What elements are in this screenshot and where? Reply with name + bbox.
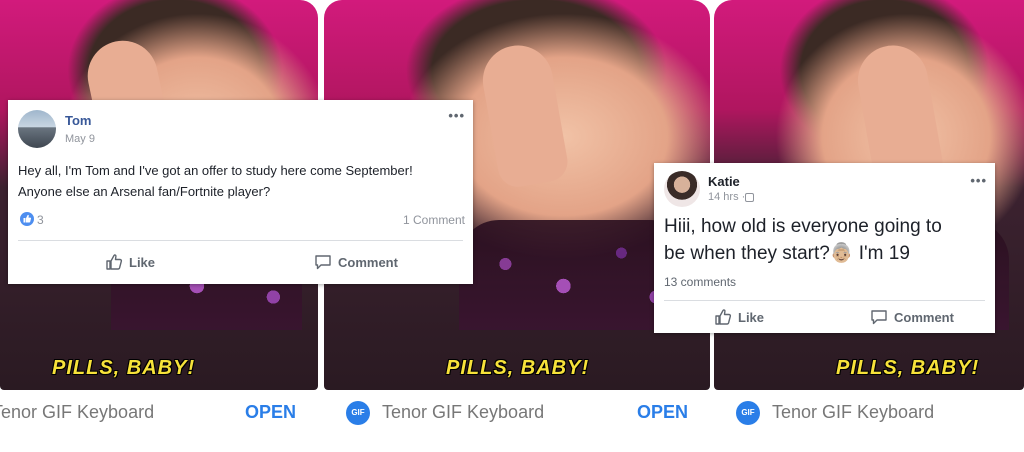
reaction-count[interactable]: 3	[37, 213, 44, 227]
more-options-icon[interactable]: •••	[448, 108, 465, 123]
gif-hand	[477, 39, 571, 191]
gif-caption: PILLS, BABY!	[836, 357, 980, 379]
like-label: Like	[738, 309, 765, 325]
open-button[interactable]: OPEN	[245, 402, 296, 423]
facebook-post-tom: Tom May 9 ••• Hey all, I'm Tom and I've …	[8, 100, 473, 284]
divider	[664, 300, 985, 301]
like-button[interactable]: Like	[714, 308, 764, 326]
more-options-icon[interactable]: •••	[970, 173, 987, 188]
post-date[interactable]: May 9	[65, 133, 95, 145]
like-label: Like	[129, 254, 156, 270]
globe-icon	[745, 192, 755, 202]
comment-button[interactable]: Comment	[870, 308, 954, 326]
gif-footer: Tenor GIF Keyboard OPEN	[0, 392, 318, 438]
comment-icon	[870, 308, 888, 326]
post-text-line: Anyone else an Arsenal fan/Fortnite play…	[18, 184, 271, 199]
app-name: Tenor GIF Keyboard	[772, 402, 935, 422]
gif-caption: PILLS, BABY!	[52, 357, 196, 379]
comment-label: Comment	[338, 254, 398, 270]
post-author[interactable]: Tom	[65, 113, 91, 128]
like-button[interactable]: Like	[105, 253, 155, 271]
post-text: Hiii, how old is everyone going to be wh…	[664, 213, 989, 267]
comment-label: Comment	[894, 309, 954, 325]
thumbs-up-icon	[714, 308, 732, 326]
post-meta: 14 hrs ·	[708, 191, 755, 203]
open-button[interactable]: OPEN	[637, 402, 688, 423]
thumbs-up-icon	[105, 253, 123, 271]
comment-button[interactable]: Comment	[314, 253, 398, 271]
avatar[interactable]	[664, 171, 700, 207]
post-text: Hey all, I'm Tom and I've got an offer t…	[18, 160, 463, 202]
like-reaction-icon[interactable]	[20, 212, 34, 226]
post-date[interactable]: 14 hrs ·	[708, 191, 745, 203]
comment-count[interactable]: 1 Comment	[403, 213, 465, 227]
comment-icon	[314, 253, 332, 271]
gif-caption: PILLS, BABY!	[446, 357, 590, 379]
app-name: Tenor GIF Keyboard	[0, 402, 155, 422]
post-text-line: Hiii, how old is everyone going to	[664, 216, 942, 237]
gif-logo-icon: GIF	[346, 401, 370, 425]
app-name: Tenor GIF Keyboard	[382, 402, 545, 422]
post-text-line: be when they start?👵🏼 I'm 19	[664, 243, 910, 264]
facebook-post-katie: Katie 14 hrs · ••• Hiii, how old is ever…	[654, 163, 995, 333]
comment-count[interactable]: 13 comments	[664, 275, 736, 289]
post-text-line: Hey all, I'm Tom and I've got an offer t…	[18, 163, 413, 178]
post-author[interactable]: Katie	[708, 174, 740, 189]
gif-footer: GIF Tenor GIF Keyboard OPEN	[324, 392, 710, 438]
gif-logo-icon: GIF	[736, 401, 760, 425]
gif-footer: GIF Tenor GIF Keyboard	[714, 392, 1024, 438]
avatar[interactable]	[18, 110, 56, 148]
divider	[18, 240, 463, 241]
